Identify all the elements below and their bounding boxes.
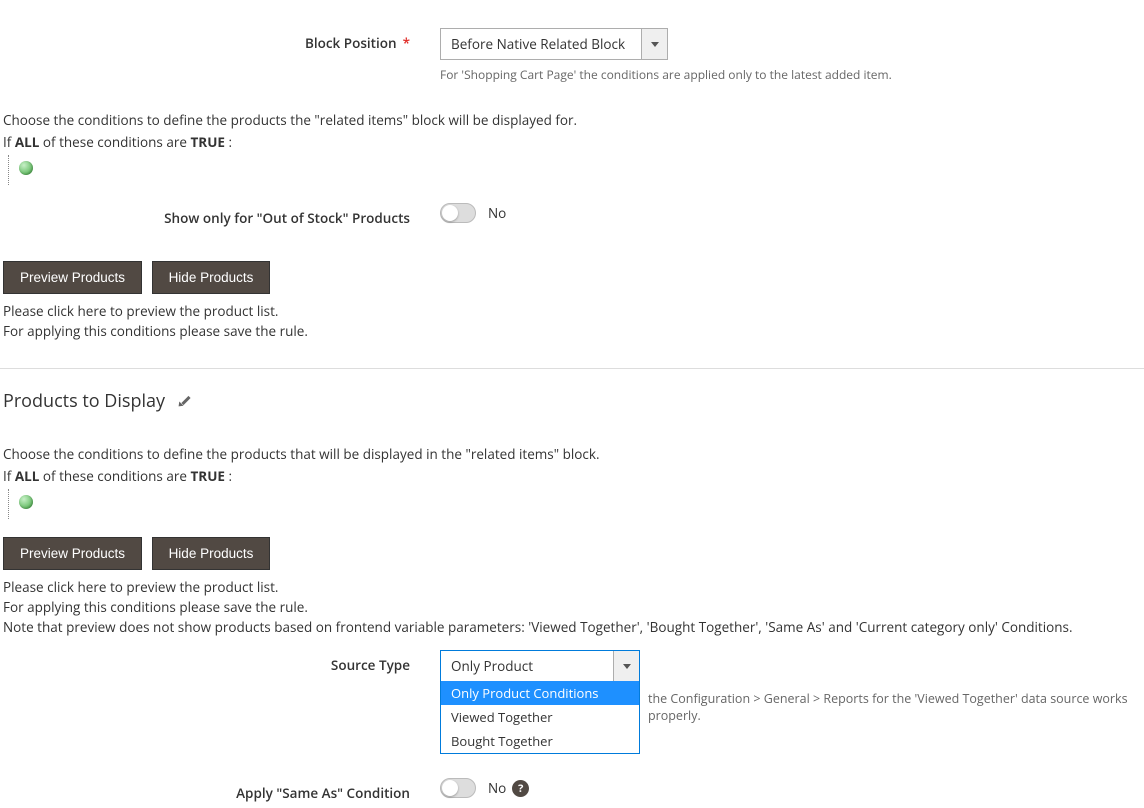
source-type-dropdown-btn[interactable] (613, 651, 639, 681)
block-position-value: Before Native Related Block (441, 29, 641, 59)
products-conditions-true[interactable]: TRUE (190, 467, 225, 485)
add-condition-icon[interactable] (19, 161, 33, 175)
pencil-icon[interactable] (179, 394, 193, 408)
source-type-option-2[interactable]: Bought Together (441, 729, 639, 753)
block-position-note: For 'Shopping Cart Page' the conditions … (440, 66, 1144, 83)
preview-info-1b: Please click here to preview the product… (3, 578, 1144, 596)
products-conditions-if-line: If ALL of these conditions are TRUE : (3, 467, 1144, 485)
preview-info-1: Please click here to preview the product… (3, 302, 1144, 320)
block-position-select[interactable]: Before Native Related Block (440, 28, 668, 60)
out-of-stock-label: Show only for "Out of Stock" Products (0, 203, 440, 227)
source-type-option-1[interactable]: Viewed Together (441, 705, 639, 729)
add-condition-icon-2[interactable] (19, 495, 33, 509)
products-conditions-intro: Choose the conditions to define the prod… (3, 445, 1144, 463)
conditions-intro: Choose the conditions to define the prod… (3, 111, 1144, 129)
preview-info-2b: For applying this conditions please save… (3, 598, 1144, 616)
same-as-value: No (488, 779, 506, 797)
source-type-option-0[interactable]: Only Product Conditions (441, 681, 639, 705)
source-type-hint: the Configuration > General > Reports fo… (648, 690, 1144, 724)
same-as-toggle[interactable] (440, 778, 476, 798)
hide-products-button[interactable]: Hide Products (152, 261, 271, 294)
products-to-display-title: Products to Display (3, 389, 165, 413)
preview-products-button[interactable]: Preview Products (3, 261, 142, 294)
preview-products-button-2[interactable]: Preview Products (3, 537, 142, 570)
conditions-true[interactable]: TRUE (190, 133, 225, 151)
products-conditions-all[interactable]: ALL (15, 467, 40, 485)
preview-note-extra: Note that preview does not show products… (3, 618, 1144, 636)
source-type-label: Source Type (0, 650, 440, 674)
preview-info-2: For applying this conditions please save… (3, 322, 1144, 340)
chevron-down-icon (623, 664, 631, 669)
block-position-dropdown-btn[interactable] (641, 29, 667, 59)
out-of-stock-value: No (488, 204, 506, 222)
source-type-select[interactable]: Only Product Conditions (440, 650, 640, 682)
out-of-stock-toggle[interactable] (440, 203, 476, 223)
source-type-dropdown-list: Only Product Conditions Viewed Together … (440, 681, 640, 754)
block-position-label: Block Position* (0, 28, 440, 52)
chevron-down-icon (651, 42, 659, 47)
conditions-if-line: If ALL of these conditions are TRUE : (3, 133, 1144, 151)
conditions-all[interactable]: ALL (15, 133, 40, 151)
same-as-label: Apply "Same As" Condition (0, 778, 440, 802)
source-type-value: Only Product Conditions (441, 651, 613, 681)
hide-products-button-2[interactable]: Hide Products (152, 537, 271, 570)
help-icon[interactable]: ? (512, 780, 529, 797)
